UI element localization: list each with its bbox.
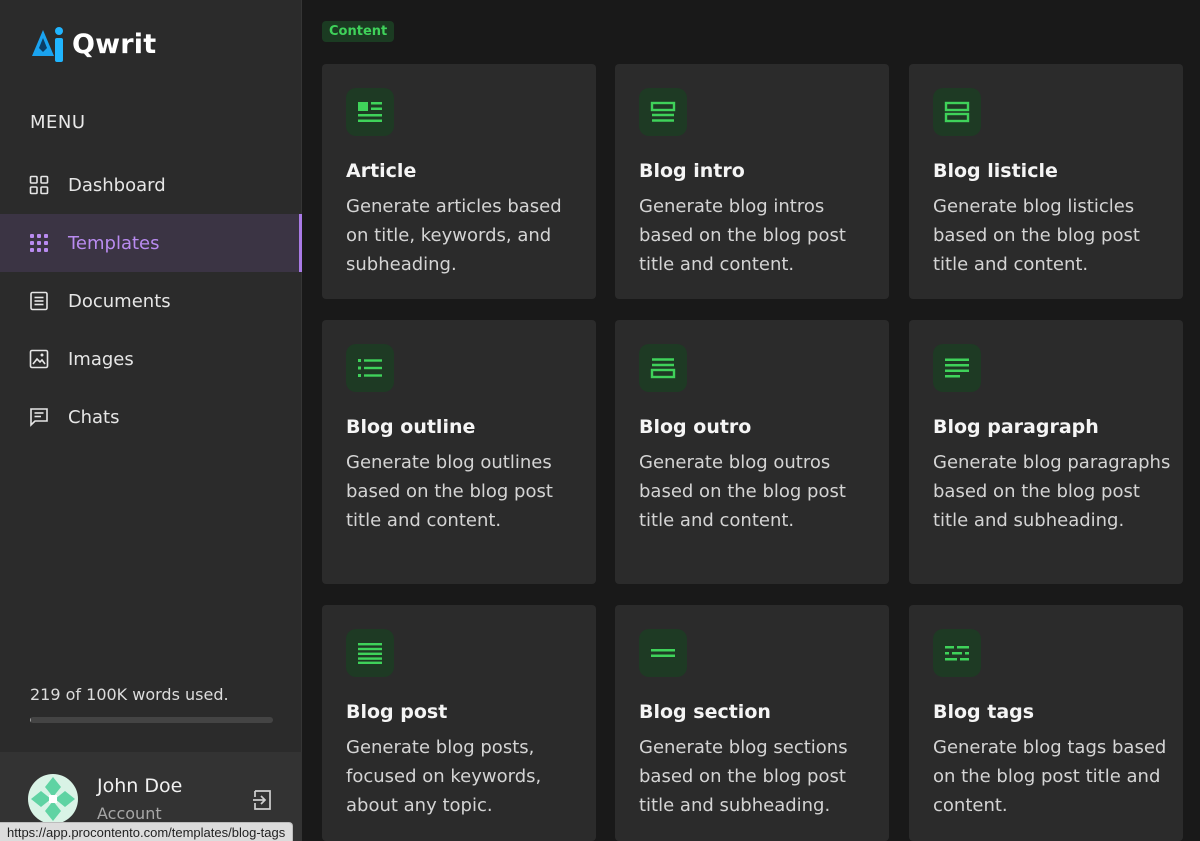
sidebar-item-label: Templates — [68, 232, 160, 254]
usage-text: 219 of 100K words used. — [30, 685, 229, 704]
blog-intro-icon — [639, 88, 687, 136]
sidebar-item-dashboard[interactable]: Dashboard — [0, 156, 302, 214]
card-description: Generate blog sections based on the blog… — [639, 737, 848, 816]
blog-section-icon — [639, 629, 687, 677]
qwrit-logo-icon — [32, 27, 63, 62]
sidebar-item-label: Dashboard — [68, 174, 166, 196]
sidebar-item-images[interactable]: Images — [0, 330, 302, 388]
card-description: Generate blog tags based on the blog pos… — [933, 737, 1167, 816]
section-badge: Content — [322, 21, 395, 42]
sidebar-item-chats[interactable]: Chats — [0, 388, 302, 446]
template-card-blog-section[interactable]: Blog section Generate blog sections base… — [615, 605, 889, 841]
card-title: Article — [346, 160, 417, 182]
card-title: Blog outline — [346, 416, 476, 438]
card-description: Generate blog listicles based on the blo… — [933, 196, 1140, 275]
template-card-article[interactable]: Article Generate articles based on title… — [322, 64, 596, 299]
sidebar-item-label: Documents — [68, 290, 171, 312]
templates-icon — [28, 233, 49, 254]
sidebar-item-label: Images — [68, 348, 134, 370]
sidebar: Qwrit MENU Dashboard Templates Documents… — [0, 0, 302, 841]
blog-outro-icon — [639, 344, 687, 392]
template-card-blog-post[interactable]: Blog post Generate blog posts, focused o… — [322, 605, 596, 841]
card-title: Blog tags — [933, 701, 1035, 723]
template-card-blog-paragraph[interactable]: Blog paragraph Generate blog paragraphs … — [909, 320, 1183, 584]
article-icon — [346, 88, 394, 136]
card-title: Blog listicle — [933, 160, 1058, 182]
template-card-blog-listicle[interactable]: Blog listicle Generate blog listicles ba… — [909, 64, 1183, 299]
sidebar-item-templates[interactable]: Templates — [0, 214, 302, 272]
sidebar-nav: Dashboard Templates Documents Images Cha… — [0, 156, 302, 446]
template-card-blog-tags[interactable]: Blog tags Generate blog tags based on th… — [909, 605, 1183, 841]
templates-main: Content Article Generate articles based … — [303, 0, 1200, 841]
documents-icon — [28, 291, 49, 312]
usage-progress-fill — [30, 717, 31, 723]
card-title: Blog intro — [639, 160, 745, 182]
dashboard-icon — [28, 175, 49, 196]
sidebar-item-documents[interactable]: Documents — [0, 272, 302, 330]
template-card-blog-outro[interactable]: Blog outro Generate blog outros based on… — [615, 320, 889, 584]
user-name: John Doe — [97, 775, 183, 797]
card-description: Generate blog outros based on the blog p… — [639, 452, 846, 531]
blog-paragraph-icon — [933, 344, 981, 392]
blog-listicle-icon — [933, 88, 981, 136]
card-description: Generate blog paragraphs based on the bl… — [933, 452, 1171, 531]
chats-icon — [28, 407, 49, 428]
template-card-blog-outline[interactable]: Blog outline Generate blog outlines base… — [322, 320, 596, 584]
status-bar-url: https://app.procontento.com/templates/bl… — [0, 822, 294, 841]
card-title: Blog post — [346, 701, 448, 723]
usage-progress-bar — [30, 717, 273, 723]
card-title: Blog paragraph — [933, 416, 1099, 438]
card-title: Blog section — [639, 701, 771, 723]
card-description: Generate articles based on title, keywor… — [346, 196, 562, 275]
blog-tags-icon — [933, 629, 981, 677]
blog-post-icon — [346, 629, 394, 677]
blog-outline-icon — [346, 344, 394, 392]
images-icon — [28, 349, 49, 370]
menu-heading: MENU — [30, 112, 86, 133]
app-name: Qwrit — [72, 28, 157, 60]
card-description: Generate blog intros based on the blog p… — [639, 196, 846, 275]
template-card-blog-intro[interactable]: Blog intro Generate blog intros based on… — [615, 64, 889, 299]
card-title: Blog outro — [639, 416, 752, 438]
card-description: Generate blog posts, focused on keywords… — [346, 737, 542, 816]
sidebar-item-label: Chats — [68, 406, 120, 428]
avatar[interactable] — [28, 774, 78, 824]
user-account-label: Account — [97, 804, 162, 823]
card-description: Generate blog outlines based on the blog… — [346, 452, 553, 531]
app-logo[interactable]: Qwrit — [28, 24, 156, 64]
logout-icon[interactable] — [251, 788, 275, 812]
